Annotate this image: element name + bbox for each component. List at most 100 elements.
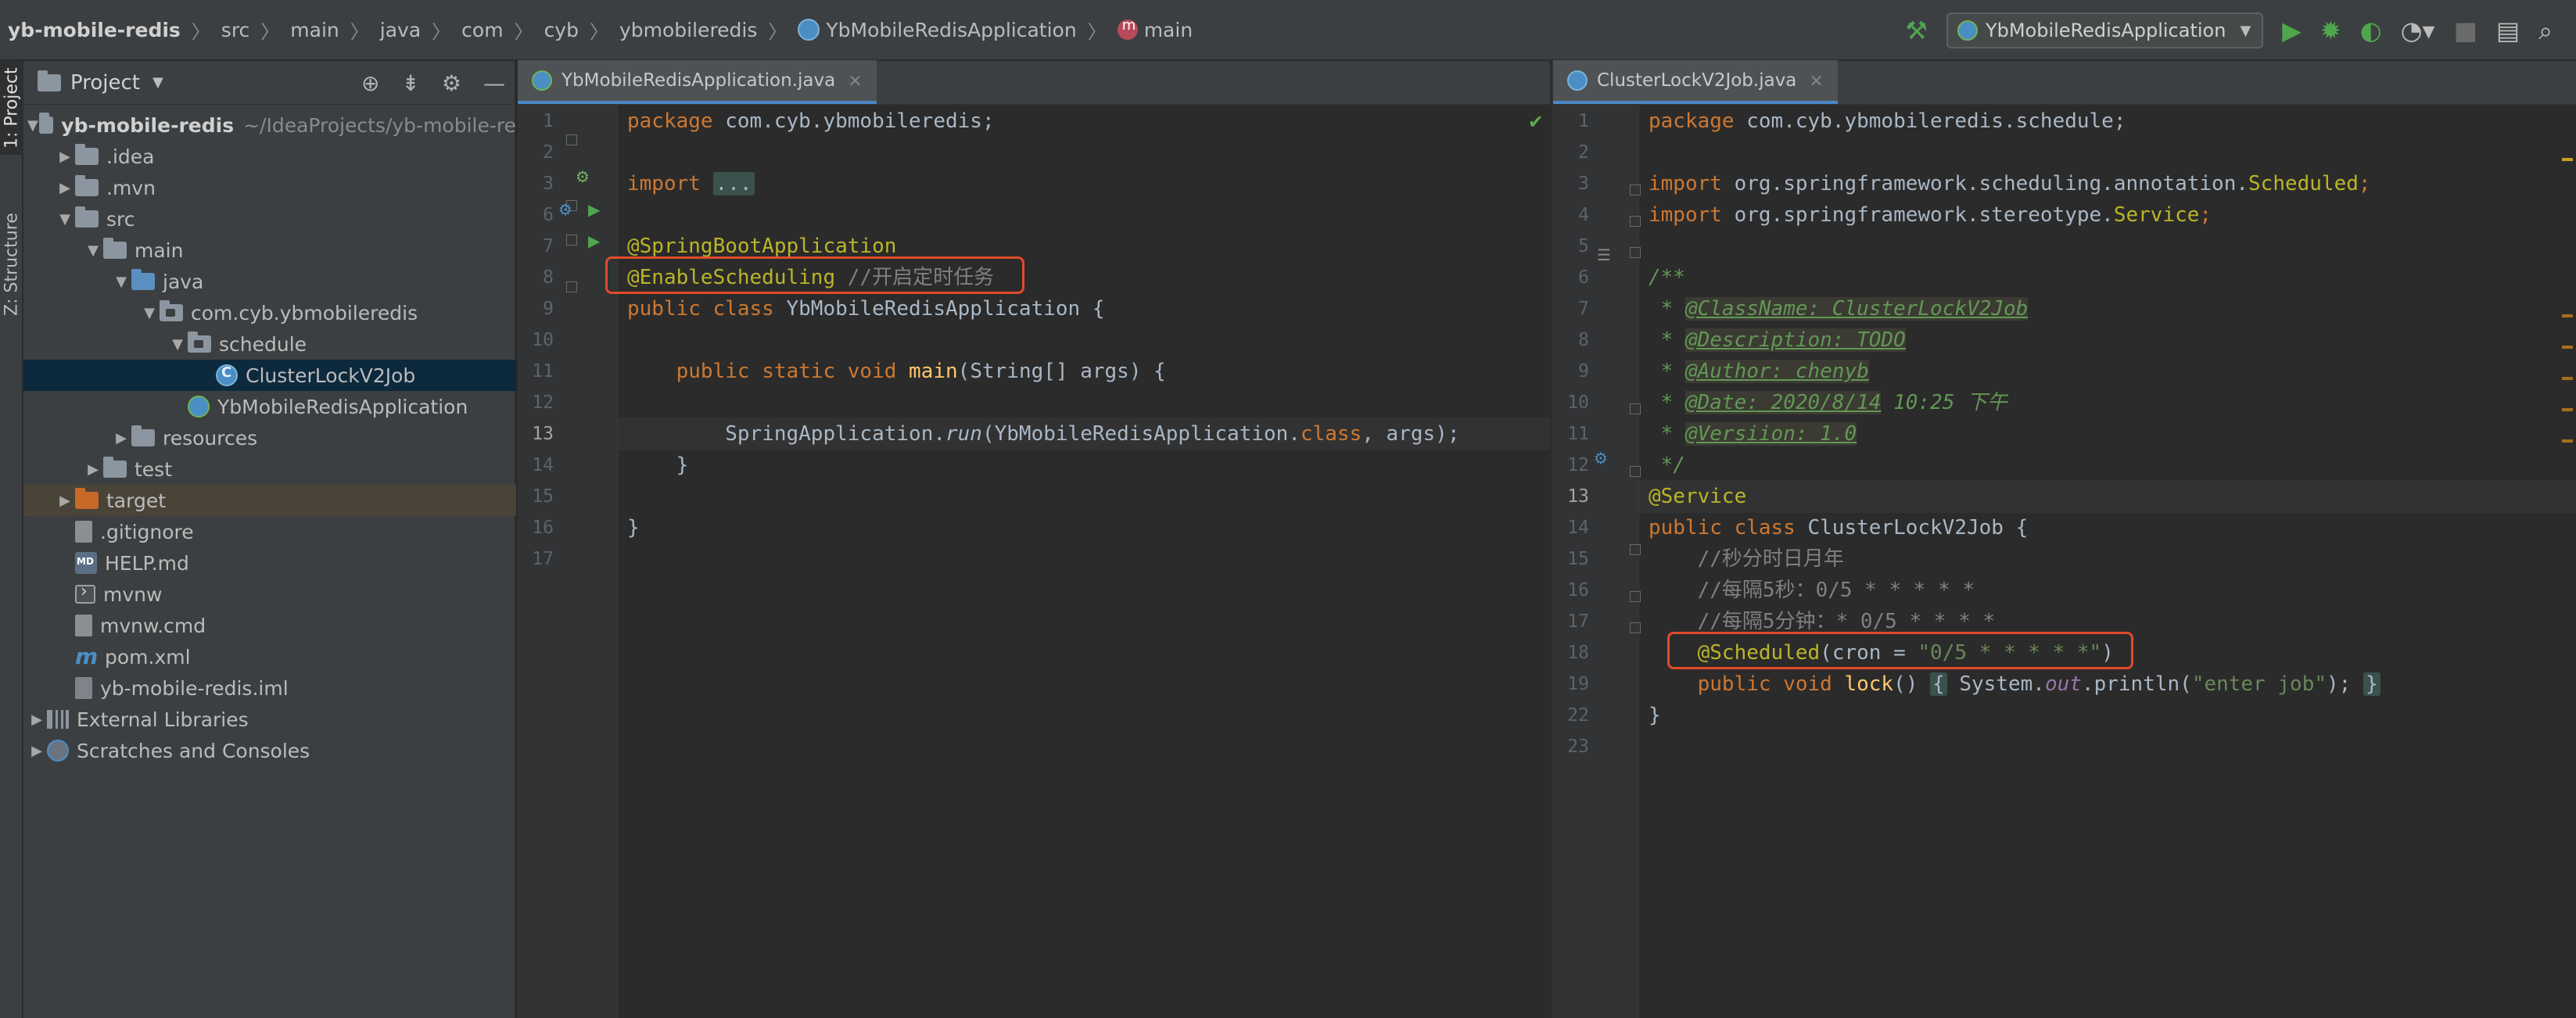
collapsed-arrow-icon[interactable]: ▶: [111, 430, 131, 446]
project-panel: Project ▼ ⊕ ⇟ ⚙ — ▼ yb-mobile-redis ~/Idea…: [23, 61, 516, 1018]
collapsed-arrow-icon[interactable]: ▶: [55, 149, 75, 165]
tree-item[interactable]: ▼ com.cyb.ybmobileredis: [23, 297, 516, 328]
expanded-arrow-icon[interactable]: ▼: [55, 211, 75, 228]
collapsed-arrow-icon[interactable]: ▶: [27, 743, 47, 759]
scroll-marker[interactable]: [2562, 408, 2573, 411]
close-icon[interactable]: ×: [1809, 71, 1823, 91]
stop-icon[interactable]: ■: [2454, 18, 2477, 43]
tree-item[interactable]: ▶ resources: [23, 422, 516, 453]
run-gutter-icon[interactable]: ▶: [588, 233, 600, 249]
gear-icon[interactable]: ⚙: [442, 70, 461, 96]
tree-item[interactable]: ▶ target: [23, 485, 516, 516]
tree-item[interactable]: ▶ .mvn: [23, 172, 516, 203]
tree-item[interactable]: m pom.xml: [23, 641, 516, 672]
scroll-marker[interactable]: [2562, 439, 2573, 443]
folder-icon: [75, 144, 99, 165]
tree-item-label: resources: [163, 426, 258, 450]
expanded-arrow-icon[interactable]: ▼: [167, 336, 188, 353]
editor-tab-bar: ClusterLockV2Job.java ×: [1553, 60, 2576, 105]
tree-item[interactable]: ▼ main: [23, 235, 516, 266]
build-hammer-icon[interactable]: ⚒: [1905, 18, 1928, 43]
run-icon[interactable]: ▶: [2282, 18, 2302, 43]
tree-item[interactable]: mvnw: [23, 579, 516, 610]
expanded-arrow-icon[interactable]: ▼: [27, 117, 39, 134]
profile-icon[interactable]: ◔▾: [2401, 18, 2435, 43]
tab-ybmobileredisapplication[interactable]: YbMobileRedisApplication.java ×: [518, 60, 877, 104]
code-area[interactable]: package com.cyb.ybmobileredis; import ..…: [605, 105, 1550, 1018]
tree-item-label: Scratches and Consoles: [77, 739, 310, 762]
breadcrumb-separator: 〉: [191, 20, 210, 43]
fold-marker-icon[interactable]: [566, 134, 577, 145]
breadcrumb-item[interactable]: java: [380, 19, 421, 41]
editor-left: YbMobileRedisApplication.java × ⚙ ⚙ ▶ ▶ …: [518, 60, 1550, 1018]
project-view-selector[interactable]: Project ▼: [38, 70, 163, 95]
tree-item[interactable]: mvnw.cmd: [23, 610, 516, 641]
breadcrumb-item[interactable]: yb-mobile-redis: [8, 19, 181, 41]
collapsed-arrow-icon[interactable]: ▶: [55, 493, 75, 509]
run-class-gutter-icon[interactable]: ⚙: [558, 202, 572, 217]
tree-item[interactable]: yb-mobile-redis.iml: [23, 672, 516, 704]
collapsed-arrow-icon[interactable]: ▶: [27, 712, 47, 728]
search-everywhere-icon[interactable]: ⌕: [2538, 18, 2553, 43]
tree-item[interactable]: ▼ schedule: [23, 328, 516, 360]
breadcrumb-item[interactable]: main: [290, 19, 339, 41]
code-area[interactable]: package com.cyb.ybmobileredis.schedule; …: [1639, 105, 2576, 1018]
line-number: 4: [1578, 205, 1589, 225]
coverage-icon[interactable]: ◐: [2360, 18, 2382, 43]
tree-item[interactable]: ▶ External Libraries: [23, 704, 516, 735]
line-number: 11: [1567, 424, 1589, 444]
doc-comment-icon[interactable]: ☰: [1597, 247, 1611, 263]
debug-icon[interactable]: ✹: [2320, 18, 2341, 43]
close-icon[interactable]: ×: [848, 71, 862, 91]
breadcrumb-item[interactable]: ybmobileredis: [619, 19, 757, 41]
expanded-arrow-icon[interactable]: ▼: [139, 305, 160, 321]
tree-item[interactable]: ▶ test: [23, 453, 516, 485]
spring-bean-icon[interactable]: ⚙: [576, 169, 590, 185]
tree-item[interactable]: ▼ src: [23, 203, 516, 235]
scroll-marker[interactable]: [2562, 158, 2573, 161]
tree-item[interactable]: YbMobileRedisApplication: [23, 391, 516, 422]
collapsed-arrow-icon[interactable]: ▶: [83, 461, 103, 478]
tree-item[interactable]: .gitignore: [23, 516, 516, 547]
breadcrumb-item[interactable]: YbMobileRedisApplication: [798, 18, 1077, 41]
folder-icon: [38, 70, 61, 91]
expanded-arrow-icon[interactable]: ▼: [83, 242, 103, 259]
run-gutter-icon[interactable]: ▶: [588, 202, 600, 217]
scroll-marker[interactable]: [2562, 346, 2573, 349]
breadcrumb-item[interactable]: com: [461, 19, 503, 41]
tree-item[interactable]: ▼ java: [23, 266, 516, 297]
tree-item[interactable]: HELP.md: [23, 547, 516, 579]
scroll-marker[interactable]: [2562, 314, 2573, 317]
tab-project-label: 1: Project: [2, 67, 22, 149]
expanded-arrow-icon[interactable]: ▼: [111, 274, 131, 290]
locate-file-icon[interactable]: ⊕: [361, 70, 379, 96]
tree-item[interactable]: ▼ yb-mobile-redis ~/IdeaProjects/yb-mobile…: [23, 109, 516, 141]
breadcrumb-item[interactable]: src: [221, 19, 250, 41]
source-folder-icon: [131, 269, 155, 290]
code-line: import org.springframework.scheduling.an…: [1649, 172, 2371, 195]
line-number: 9: [1578, 361, 1589, 382]
project-structure-icon[interactable]: ▤: [2496, 18, 2520, 43]
hide-panel-icon[interactable]: —: [483, 70, 505, 96]
fold-marker-icon[interactable]: [566, 235, 577, 246]
collapse-all-icon[interactable]: ⇟: [401, 70, 419, 96]
folded-imports[interactable]: ...: [712, 172, 755, 195]
tree-item[interactable]: ▶ .idea: [23, 141, 516, 172]
breadcrumb-item[interactable]: main: [1117, 17, 1193, 41]
tab-structure-label: Z: Structure: [2, 213, 22, 316]
breadcrumb-item[interactable]: cyb: [544, 19, 579, 41]
tree-item[interactable]: ▶ Scratches and Consoles: [23, 735, 516, 766]
code-line: //每隔5秒：0/5 * * * * *: [1649, 579, 1975, 602]
tab-project[interactable]: 1: Project: [0, 61, 23, 155]
breadcrumb-label: yb-mobile-redis: [8, 18, 181, 41]
tab-structure[interactable]: Z: Structure: [0, 202, 23, 327]
scroll-marker[interactable]: [2562, 377, 2573, 380]
fold-marker-icon[interactable]: [566, 281, 577, 292]
breadcrumb-label: YbMobileRedisApplication: [826, 18, 1077, 41]
run-configuration-selector[interactable]: YbMobileRedisApplication ▼: [1946, 13, 2264, 48]
tree-item[interactable]: ClusterLockV2Job: [23, 360, 516, 391]
spring-bean-icon[interactable]: ⚙: [1594, 450, 1608, 466]
tab-clusterlockv2job[interactable]: ClusterLockV2Job.java ×: [1553, 60, 1838, 104]
line-number: 5: [1578, 236, 1589, 256]
collapsed-arrow-icon[interactable]: ▶: [55, 180, 75, 196]
